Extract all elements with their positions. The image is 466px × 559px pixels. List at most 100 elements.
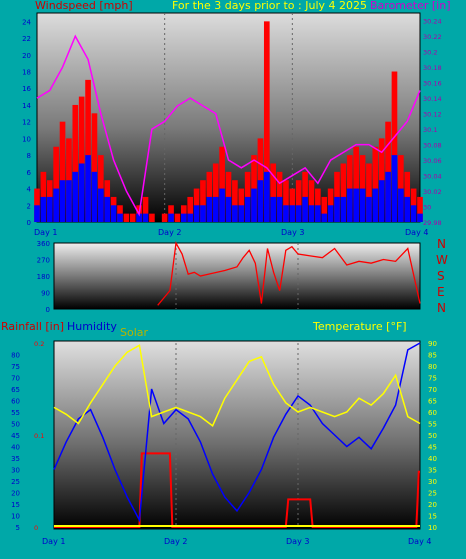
wind-avg-bar (117, 213, 123, 222)
wind-avg-bar (359, 188, 366, 222)
wind-avg-bar (340, 196, 347, 222)
barometer-tick-label: 30.1 (423, 126, 437, 134)
barometer-tick-label: 30.12 (423, 111, 442, 119)
humidity-tick-label: 55 (11, 409, 20, 417)
wind-left-tick-label: 24 (22, 18, 31, 26)
temperature-tick-label: 90 (428, 340, 437, 348)
wind-left-tick-label: 2 (27, 202, 31, 210)
wind-avg-bar (378, 180, 385, 222)
humidity-tick-label: 30 (11, 467, 20, 475)
chart-title: For the 3 days prior to : July 4 2025 (172, 0, 367, 12)
wind-avg-bar (257, 180, 264, 222)
humidity-tick-label: 40 (11, 444, 20, 452)
wind-avg-bar (404, 196, 411, 222)
wind-left-tick-label: 14 (22, 102, 31, 110)
wind-avg-bar (72, 171, 79, 222)
barometer-tick-label: 29.98 (423, 219, 442, 227)
wind-left-tick-label: 6 (27, 169, 32, 177)
temperature-tick-label: 15 (428, 513, 437, 521)
wind-day-label-4: Day 4 (405, 228, 428, 237)
temperature-tick-label: 85 (428, 352, 437, 360)
lower-day-label-2: Day 2 (164, 537, 187, 546)
wind-avg-bar (85, 155, 91, 222)
rain-tick-label: 0.2 (34, 340, 44, 348)
windspeed-axis-title: Windspeed [mph] (35, 0, 133, 12)
wind-avg-bar (78, 163, 85, 222)
wind-avg-bar (334, 196, 340, 222)
wind-avg-bar (289, 205, 296, 222)
compass-label-3: E (437, 285, 445, 299)
wind-avg-bar (142, 213, 149, 222)
barometer-tick-label: 30.04 (423, 173, 442, 181)
rain-tick-label: 0 (34, 524, 38, 532)
direction-tick-label: 90 (41, 290, 50, 298)
wind-day-label-1: Day 1 (34, 228, 57, 237)
humidity-tick-label: 25 (11, 478, 20, 486)
wind-avg-bar (410, 205, 417, 222)
wind-avg-bar (46, 196, 53, 222)
wind-avg-bar (98, 188, 104, 222)
wind-avg-bar (40, 196, 47, 222)
gust-bar (161, 213, 168, 222)
wind-left-tick-label: 12 (22, 119, 31, 127)
rainfall-axis-title: Rainfall [in] (1, 320, 64, 333)
wind-avg-bar (59, 180, 66, 222)
barometer-tick-label: 30 (423, 204, 431, 212)
temperature-tick-label: 25 (428, 490, 437, 498)
humidity-tick-label: 45 (11, 432, 20, 440)
wind-avg-bar (398, 188, 404, 222)
compass-label-1: W (436, 253, 448, 267)
wind-avg-bar (180, 213, 187, 222)
humidity-tick-label: 75 (11, 363, 20, 371)
wind-left-tick-label: 10 (22, 135, 31, 143)
wind-avg-bar (283, 205, 289, 222)
wind-avg-bar (385, 171, 391, 222)
lower-day-label-3: Day 3 (286, 537, 309, 546)
wind-avg-bar (276, 196, 283, 222)
humidity-tick-label: 80 (11, 352, 20, 360)
wind-left-tick-label: 18 (22, 69, 31, 77)
rain-tick-label: 0.1 (34, 432, 44, 440)
wind-avg-bar (104, 196, 111, 222)
wind-avg-bar (168, 213, 174, 222)
lower-panel-bg (53, 340, 421, 530)
temperature-tick-label: 75 (428, 375, 437, 383)
temperature-tick-label: 45 (428, 444, 437, 452)
lower-day-label-1: Day 1 (42, 537, 65, 546)
gust-bar (174, 213, 181, 222)
humidity-tick-label: 65 (11, 386, 20, 394)
direction-tick-label: 270 (37, 257, 50, 265)
chart-canvas: Windspeed [mph] For the 3 days prior to … (1, 0, 451, 546)
wind-avg-bar (34, 205, 40, 222)
wind-left-tick-label: 16 (22, 85, 31, 93)
wind-avg-bar (206, 196, 213, 222)
weather-chart: Windspeed [mph] For the 3 days prior to … (0, 0, 466, 555)
wind-avg-bar (372, 188, 379, 222)
temperature-tick-label: 20 (428, 501, 437, 509)
compass-label-2: S (437, 269, 445, 283)
wind-avg-bar (110, 205, 117, 222)
wind-avg-bar (302, 196, 308, 222)
gust-bar (123, 213, 130, 222)
wind-avg-bar (225, 196, 232, 222)
direction-tick-label: 360 (37, 240, 50, 248)
temperature-tick-label: 65 (428, 398, 437, 406)
wind-avg-bar (295, 205, 302, 222)
wind-avg-bar (321, 213, 328, 222)
wind-avg-bar (66, 180, 72, 222)
temperature-tick-label: 60 (428, 409, 437, 417)
temperature-tick-label: 40 (428, 455, 437, 463)
barometer-tick-label: 30.06 (423, 157, 442, 165)
wind-avg-bar (251, 188, 257, 222)
wind-avg-bar (238, 205, 245, 222)
humidity-tick-label: 5 (16, 524, 20, 532)
wind-avg-bar (200, 205, 206, 222)
barometer-tick-label: 30.2 (423, 49, 437, 57)
humidity-axis-title: Humidity (67, 320, 117, 333)
humidity-tick-label: 35 (11, 455, 20, 463)
temperature-tick-label: 80 (428, 363, 437, 371)
compass-label-4: N (437, 301, 446, 315)
barometer-axis-title: Barometer [in] (370, 0, 451, 12)
barometer-tick-label: 30.24 (423, 18, 442, 26)
wind-avg-bar (417, 213, 423, 222)
